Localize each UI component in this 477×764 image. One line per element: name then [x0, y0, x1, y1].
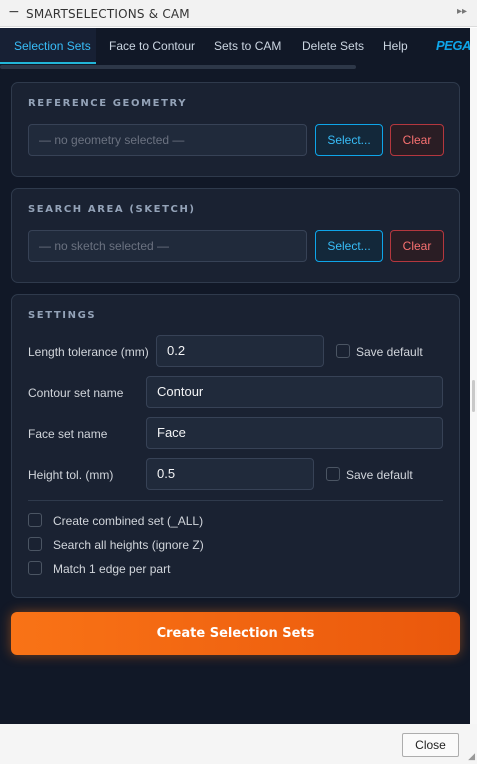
search-area-field: — no sketch selected —	[28, 230, 307, 262]
dialog-footer: Close ◢	[0, 724, 477, 764]
clear-sketch-button[interactable]: Clear	[390, 230, 444, 262]
search-all-heights-checkbox[interactable]	[28, 537, 42, 551]
length-tolerance-input[interactable]: 0.2	[156, 335, 324, 367]
face-set-name-input[interactable]: Face	[146, 417, 443, 449]
search-all-heights-label: Search all heights (ignore Z)	[53, 538, 204, 552]
tab-selection-sets[interactable]: Selection Sets	[0, 28, 96, 64]
brand-logo: PEGAS	[436, 38, 470, 53]
height-tolerance-label: Height tol. (mm)	[28, 468, 114, 482]
height-tolerance-input[interactable]: 0.5	[146, 458, 314, 490]
face-set-name-label: Face set name	[28, 427, 108, 441]
contour-set-name-label: Contour set name	[28, 386, 124, 400]
height-save-default-label: Save default	[346, 468, 413, 482]
scrollbar-thumb[interactable]	[472, 380, 475, 412]
reference-geometry-heading: REFERENCE GEOMETRY	[28, 98, 188, 109]
combined-set-label: Create combined set (_ALL)	[53, 514, 204, 528]
title-bar: − SMARTSELECTIONS & CAM ▸▸	[0, 0, 477, 27]
reference-geometry-field: — no geometry selected —	[28, 124, 307, 156]
reference-geometry-card: REFERENCE GEOMETRY — no geometry selecte…	[11, 82, 460, 177]
double-chevron-right-icon[interactable]: ▸▸	[457, 6, 467, 17]
length-save-default-label: Save default	[356, 345, 423, 359]
vertical-scrollbar[interactable]	[470, 28, 477, 724]
length-save-default-checkbox[interactable]	[336, 344, 350, 358]
clear-geometry-button[interactable]: Clear	[390, 124, 444, 156]
search-area-card: SEARCH AREA (SKETCH) — no sketch selecte…	[11, 188, 460, 283]
tab-bar: Selection Sets Face to Contour Sets to C…	[0, 28, 470, 64]
select-sketch-button[interactable]: Select...	[315, 230, 383, 262]
contour-set-name-input[interactable]: Contour	[146, 376, 443, 408]
window-title: SMARTSELECTIONS & CAM	[26, 7, 190, 21]
settings-divider	[28, 500, 443, 501]
length-tolerance-label: Length tolerance (mm)	[28, 345, 149, 359]
match-one-edge-checkbox[interactable]	[28, 561, 42, 575]
resize-grip-icon[interactable]: ◢	[468, 753, 475, 762]
height-save-default-checkbox[interactable]	[326, 467, 340, 481]
tab-delete-sets[interactable]: Delete Sets	[302, 28, 364, 64]
tab-scrollbar[interactable]	[0, 65, 356, 69]
match-one-edge-label: Match 1 edge per part	[53, 562, 171, 576]
tab-help[interactable]: Help	[383, 28, 408, 64]
tab-face-to-contour[interactable]: Face to Contour	[109, 28, 195, 64]
minus-icon[interactable]: −	[8, 5, 20, 19]
tab-sets-to-cam[interactable]: Sets to CAM	[214, 28, 281, 64]
settings-card: SETTINGS Length tolerance (mm) 0.2 Save …	[11, 294, 460, 598]
create-selection-sets-button[interactable]: Create Selection Sets	[11, 612, 460, 655]
main-panel: Selection Sets Face to Contour Sets to C…	[0, 28, 470, 724]
active-tab-indicator	[0, 62, 96, 64]
select-geometry-button[interactable]: Select...	[315, 124, 383, 156]
search-area-heading: SEARCH AREA (SKETCH)	[28, 204, 196, 215]
close-button[interactable]: Close	[402, 733, 459, 757]
settings-heading: SETTINGS	[28, 310, 97, 321]
tab-label: Selection Sets	[14, 39, 91, 53]
combined-set-checkbox[interactable]	[28, 513, 42, 527]
